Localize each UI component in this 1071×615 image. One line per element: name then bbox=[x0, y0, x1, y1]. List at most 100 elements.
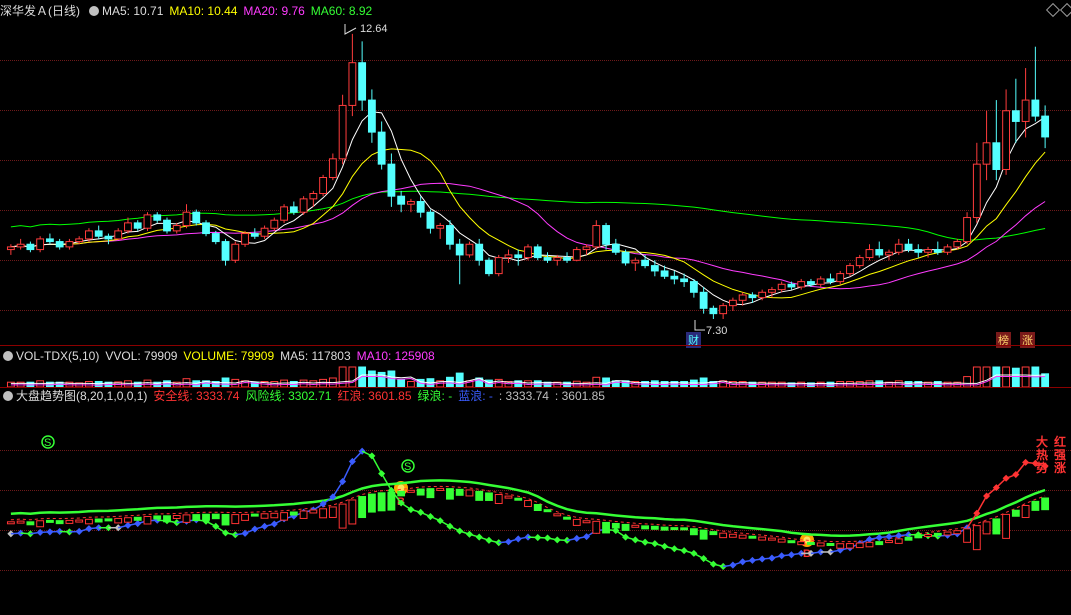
wave-point bbox=[475, 533, 483, 541]
trend-bar bbox=[826, 543, 835, 546]
volume-bar bbox=[592, 376, 601, 387]
volume-panel-legend: VOL-TDX(5,10) VVOL: 79909 VOLUME: 79909 MA5… bbox=[0, 347, 441, 365]
green-wave-label: 绿浪: - bbox=[417, 389, 453, 403]
trend-bar bbox=[563, 516, 571, 520]
side-char: 大 bbox=[1036, 435, 1049, 449]
ma10-label: MA10: 10.44 bbox=[169, 4, 238, 18]
trend-bar bbox=[904, 536, 913, 541]
trend-bar bbox=[65, 519, 74, 524]
volume-indicator-name[interactable]: VOL-TDX(5,10) bbox=[16, 349, 99, 363]
trend-bar bbox=[143, 515, 152, 525]
trend-bar bbox=[309, 509, 318, 514]
candle bbox=[338, 94, 347, 165]
trend-bar bbox=[807, 542, 815, 546]
trend-bar bbox=[963, 528, 971, 543]
sell-mark: S bbox=[44, 437, 51, 449]
trend-bar bbox=[865, 541, 874, 548]
trend-bar bbox=[533, 504, 542, 512]
risk-line bbox=[10, 479, 1046, 537]
candle bbox=[202, 220, 210, 237]
trend-bar bbox=[289, 511, 298, 516]
candle bbox=[914, 244, 923, 258]
candle bbox=[270, 217, 279, 231]
candle bbox=[6, 244, 15, 255]
trend-bar bbox=[1041, 497, 1050, 511]
trend-bar bbox=[602, 521, 610, 534]
candle bbox=[182, 204, 191, 229]
trend-bar bbox=[933, 532, 942, 536]
trend-bar bbox=[787, 540, 796, 544]
safe-line-label: 安全线: 3333.74 bbox=[153, 389, 240, 403]
trend-bar bbox=[192, 514, 201, 522]
volume-bar bbox=[455, 372, 464, 387]
candle bbox=[16, 238, 25, 250]
red-wave-label: 红浪: 3601.85 bbox=[337, 389, 412, 403]
trend-bar bbox=[172, 515, 181, 519]
candle bbox=[94, 225, 103, 239]
ma5-line bbox=[10, 111, 1046, 306]
trend-bar bbox=[855, 542, 864, 549]
candle bbox=[641, 254, 649, 269]
trend-bar bbox=[45, 519, 54, 523]
trend-bar bbox=[26, 521, 35, 526]
trend-bar bbox=[670, 527, 679, 531]
trend-bar bbox=[836, 543, 845, 549]
candle bbox=[1011, 78, 1020, 143]
side-char: 强 bbox=[1054, 448, 1067, 462]
blue-wave-label: 蓝浪: - bbox=[458, 389, 493, 403]
trend-bar bbox=[660, 526, 669, 531]
trend-bar bbox=[94, 518, 103, 523]
trend-bar bbox=[611, 522, 620, 529]
trend-bar bbox=[894, 538, 903, 544]
trend-bar bbox=[943, 531, 952, 536]
settings-circle-icon[interactable] bbox=[3, 391, 13, 401]
trend-indicator-name[interactable]: 大盘趋势图(8,20,1,0,0,1) bbox=[16, 389, 147, 403]
candle bbox=[163, 217, 171, 234]
candle bbox=[504, 249, 513, 263]
candle bbox=[36, 236, 45, 253]
trend-bar bbox=[55, 520, 64, 525]
candle bbox=[114, 228, 123, 240]
candle bbox=[387, 153, 396, 207]
volume-bar bbox=[982, 366, 991, 387]
trend-bar bbox=[124, 517, 132, 523]
trend-bar bbox=[348, 499, 357, 525]
candle bbox=[631, 257, 640, 271]
side-char: 红 bbox=[1054, 435, 1067, 449]
volume-bar bbox=[689, 379, 698, 387]
candle bbox=[465, 241, 474, 258]
price-chart[interactable]: 12.64 7.30 bbox=[0, 0, 1071, 345]
volume-bar bbox=[348, 366, 357, 387]
candle bbox=[836, 270, 845, 285]
trend-bar bbox=[221, 513, 230, 526]
candle bbox=[153, 212, 162, 223]
trend-bar bbox=[231, 514, 240, 525]
volume-chart[interactable] bbox=[0, 365, 1071, 387]
candle bbox=[524, 244, 532, 261]
candle bbox=[377, 121, 386, 170]
trend-bar bbox=[114, 517, 123, 524]
trend-bar bbox=[719, 532, 728, 539]
trend-bar bbox=[260, 513, 269, 519]
trend-bar bbox=[426, 488, 435, 499]
candle bbox=[992, 100, 1001, 181]
trend-bar bbox=[153, 515, 162, 520]
wave-point bbox=[241, 529, 249, 537]
settings-circle-icon[interactable] bbox=[89, 6, 99, 16]
candle bbox=[143, 212, 152, 231]
high-marker-line bbox=[344, 24, 357, 35]
candle bbox=[436, 222, 445, 239]
candle bbox=[299, 196, 308, 215]
trend-bar bbox=[387, 491, 396, 511]
trend-bar bbox=[768, 537, 776, 541]
side-char: 势 bbox=[1036, 461, 1049, 475]
vol-ma5-label: MA5: 117803 bbox=[280, 349, 351, 363]
candle bbox=[875, 241, 884, 258]
settings-circle-icon[interactable] bbox=[3, 351, 13, 361]
trend-bar bbox=[699, 529, 708, 540]
trend-chart[interactable]: S S B B bbox=[0, 402, 1071, 615]
trend-bar bbox=[407, 489, 415, 493]
stock-title[interactable]: 深华发Ａ(日线) bbox=[0, 4, 80, 18]
ma5-label: MA5: 10.71 bbox=[102, 4, 164, 18]
trend-bar bbox=[924, 533, 932, 537]
